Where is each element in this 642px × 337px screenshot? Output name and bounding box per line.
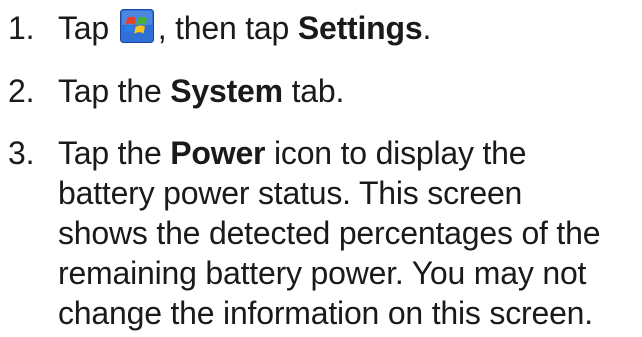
step-text: Tap the System tab. [58,71,638,111]
step-text-end: . [422,10,432,46]
step-text: Tap the Power icon to display the batter… [58,133,638,333]
step-text-start: Tap the [58,73,171,109]
step-line-3: shows the detected percentages of the [58,215,601,251]
step-text-start: Tap [58,10,118,46]
step-line-2: battery power status. This screen [58,175,523,211]
step-line-1: Tap the Power icon to display the [58,133,638,173]
step-text-middle: , then tap [157,10,298,46]
step-text-end: tab. [282,73,345,109]
step-line-4: remaining battery power. You may not [58,255,587,291]
step-line-5: change the information on this screen. [58,295,593,331]
step-number: 3. [8,135,35,171]
settings-keyword: Settings [297,10,423,46]
step-number: 2. [8,73,35,109]
step-text: Tap , then tap Settings. [58,8,638,48]
power-keyword: Power [170,135,266,171]
windows-start-icon [119,9,154,43]
step-number: 1. [8,10,35,46]
system-keyword: System [170,73,283,109]
step-text-start: Tap the [58,135,171,171]
step-text-end: icon to display the [265,135,527,171]
